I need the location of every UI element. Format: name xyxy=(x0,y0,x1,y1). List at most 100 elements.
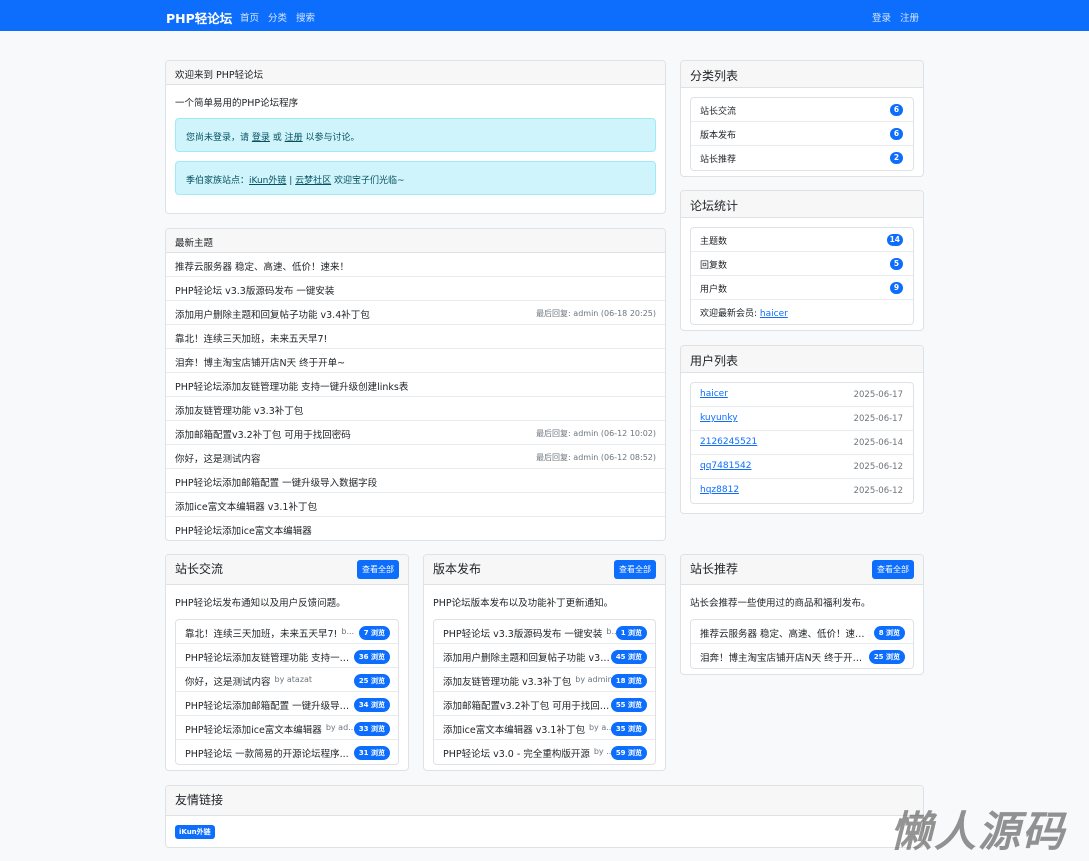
section-topic-title[interactable]: PHP轻论坛 v3.3版源码发布 一键安装 xyxy=(443,626,602,640)
section-topic-list: PHP轻论坛 v3.3版源码发布 一键安装 b... 1 浏览 添加用户删除主题和回复… xyxy=(433,619,656,765)
stats-list: 主题数 14 回复数 5 用户数 9 欢迎最新会员: haicer xyxy=(690,227,914,325)
topic-row[interactable]: 添加用户删除主题和回复帖子功能 v3.4补丁包 最后回复: admin (06-1… xyxy=(166,301,665,325)
user-item: kuyunky 2025-06-17 xyxy=(691,407,913,431)
section-topic-item[interactable]: 添加友链管理功能 v3.3补丁包 by admin 18 浏览 xyxy=(434,668,655,692)
views-badge: 7 浏览 xyxy=(358,626,390,640)
topic-row[interactable]: 泪奔！博主淘宝店铺开店N天 终于开单~ xyxy=(166,349,665,373)
section-topic-item[interactable]: PHP轻论坛 一款简易的开源论坛程序... 31 浏览 xyxy=(176,740,398,764)
section-topic-item[interactable]: 推荐云服务器 稳定、高速、低价！速来... 8 浏览 xyxy=(691,620,913,644)
topic-title-link[interactable]: 推荐云服务器 稳定、高速、低价！速来！ xyxy=(175,262,349,273)
topic-title-link[interactable]: 添加友链管理功能 v3.3补丁包 xyxy=(175,406,303,417)
topic-title-link[interactable]: 添加邮箱配置v3.2补丁包 可用于找回密码 xyxy=(175,430,351,441)
topic-row[interactable]: PHP轻论坛 v3.3版源码发布 一键安装 xyxy=(166,277,665,301)
section-topic-title[interactable]: 添加用户删除主题和回复帖子功能 v3.4... xyxy=(443,650,611,664)
section-topic-item[interactable]: PHP轻论坛 v3.0 - 完全重构版开源 by ... 59 浏览 xyxy=(434,740,655,764)
topic-row[interactable]: 添加邮箱配置v3.2补丁包 可用于找回密码 最后回复: admin (06-12 … xyxy=(166,421,665,445)
user-item: qq7481542 2025-06-12 xyxy=(691,455,913,479)
section-card-station: 站长交流 查看全部 PHP轻论坛发布通知以及用户反馈问题。 靠北！连续三天加班，未来… xyxy=(165,554,409,771)
friend-link-ikun[interactable]: iKun外链 xyxy=(175,825,215,839)
section-topic-item[interactable]: 添加用户删除主题和回复帖子功能 v3.4... 45 浏览 xyxy=(434,644,655,668)
nav-login-link[interactable]: 登录 xyxy=(872,10,891,24)
category-item[interactable]: 站长交流 6 xyxy=(691,98,913,122)
topic-row[interactable]: PHP轻论坛添加邮箱配置 一键升级导入数据字段 xyxy=(166,469,665,493)
section-topic-title[interactable]: 泪奔！博主淘宝店铺开店N天 终于开单... xyxy=(700,650,868,664)
views-badge: 45 浏览 xyxy=(610,650,647,664)
user-link[interactable]: haicer xyxy=(700,389,728,399)
section-topic-author: by admin xyxy=(575,675,613,684)
topic-title-link[interactable]: PHP轻论坛添加ice富文本编辑器 xyxy=(175,526,312,537)
section-topic-item[interactable]: PHP轻论坛添加ice富文本编辑器 by ad... 33 浏览 xyxy=(176,716,398,740)
ikun-link[interactable]: iKun外链 xyxy=(249,176,286,186)
topic-row[interactable]: 靠北！连续三天加班，未来五天早7! xyxy=(166,325,665,349)
topic-title-link[interactable]: 泪奔！博主淘宝店铺开店N天 终于开单~ xyxy=(175,358,345,369)
section-topic-title[interactable]: PHP轻论坛 v3.0 - 完全重构版开源 xyxy=(443,746,590,760)
alert-text: 或 xyxy=(269,133,285,143)
section-topic-title[interactable]: 推荐云服务器 稳定、高速、低价！速来... xyxy=(700,626,868,640)
view-all-button[interactable]: 查看全部 xyxy=(872,560,914,579)
nav-category-link[interactable]: 分类 xyxy=(268,10,287,24)
friend-links-card: 友情链接 iKun外链 xyxy=(165,785,924,848)
yunmeng-link[interactable]: 云梦社区 xyxy=(295,176,331,186)
alert-login-link[interactable]: 登录 xyxy=(252,133,270,143)
topic-row[interactable]: 添加ice富文本编辑器 v3.1补丁包 xyxy=(166,493,665,517)
section-topic-title[interactable]: 添加友链管理功能 v3.3补丁包 xyxy=(443,674,571,688)
topic-title-link[interactable]: PHP轻论坛添加友链管理功能 支持一键升级创建links表 xyxy=(175,382,408,393)
section-topic-title[interactable]: PHP轻论坛 一款简易的开源论坛程序... xyxy=(185,746,349,760)
section-topic-title[interactable]: PHP轻论坛添加ice富文本编辑器 xyxy=(185,722,322,736)
section-desc: PHP论坛版本发布以及功能补丁更新通知。 xyxy=(433,598,614,609)
topic-row[interactable]: 推荐云服务器 稳定、高速、低价！速来！ xyxy=(166,253,665,277)
user-link[interactable]: kuyunky xyxy=(700,413,738,423)
stat-label: 用户数 xyxy=(700,285,728,295)
topic-title-link[interactable]: 添加用户删除主题和回复帖子功能 v3.4补丁包 xyxy=(175,310,370,321)
user-link[interactable]: hqz8812 xyxy=(700,485,739,495)
section-topic-item[interactable]: PHP轻论坛 v3.3版源码发布 一键安装 b... 1 浏览 xyxy=(434,620,655,644)
topic-row[interactable]: 你好，这是测试内容 最后回复: admin (06-12 08:52) xyxy=(166,445,665,469)
latest-topics-title: 最新主题 xyxy=(166,229,665,253)
alert-register-link[interactable]: 注册 xyxy=(285,133,303,143)
brand-logo[interactable]: PHP轻论坛 xyxy=(166,8,232,27)
category-name[interactable]: 站长推荐 xyxy=(700,155,736,165)
nav-home-link[interactable]: 首页 xyxy=(240,10,259,24)
user-join-date: 2025-06-17 xyxy=(853,390,903,400)
nav-search-link[interactable]: 搜索 xyxy=(296,10,315,24)
newest-member-link[interactable]: haicer xyxy=(760,309,788,319)
section-topic-item[interactable]: 靠北！连续三天加班，未来五天早7! b... 7 浏览 xyxy=(176,620,398,644)
topic-row[interactable]: 添加友链管理功能 v3.3补丁包 xyxy=(166,397,665,421)
section-topic-item[interactable]: 你好，这是测试内容 by atazat 25 浏览 xyxy=(176,668,398,692)
topic-title-link[interactable]: PHP轻论坛添加邮箱配置 一键升级导入数据字段 xyxy=(175,478,377,489)
alert-text: 以参与讨论。 xyxy=(302,133,360,143)
section-topic-title[interactable]: 靠北！连续三天加班，未来五天早7! xyxy=(185,626,337,640)
view-all-button[interactable]: 查看全部 xyxy=(614,560,656,579)
section-topic-title[interactable]: 你好，这是测试内容 xyxy=(185,674,271,688)
section-topic-item[interactable]: 泪奔！博主淘宝店铺开店N天 终于开单... 25 浏览 xyxy=(691,644,913,668)
topic-title-link[interactable]: 靠北！连续三天加班，未来五天早7! xyxy=(175,334,327,345)
view-all-button[interactable]: 查看全部 xyxy=(357,560,399,579)
welcome-card: 欢迎来到 PHP轻论坛 一个简单易用的PHP论坛程序 您尚未登录，请 登录 或 … xyxy=(165,60,666,214)
section-topic-item[interactable]: PHP轻论坛添加友链管理功能 支持一键... 36 浏览 xyxy=(176,644,398,668)
section-topic-item[interactable]: 添加ice富文本编辑器 v3.1补丁包 by a... 35 浏览 xyxy=(434,716,655,740)
section-card-release: 版本发布 查看全部 PHP论坛版本发布以及功能补丁更新通知。 PHP轻论坛 v3.3… xyxy=(423,554,666,771)
user-link[interactable]: qq7481542 xyxy=(700,461,752,471)
category-name[interactable]: 站长交流 xyxy=(700,107,736,117)
family-sites-alert: 季伯家族站点：iKun外链 | 云梦社区 欢迎宝子们光临~ xyxy=(175,161,656,195)
stat-label: 回复数 xyxy=(700,261,728,271)
category-item[interactable]: 版本发布 6 xyxy=(691,122,913,146)
topic-title-link[interactable]: 添加ice富文本编辑器 v3.1补丁包 xyxy=(175,502,317,513)
user-link[interactable]: 2126245521 xyxy=(700,437,757,447)
section-desc: PHP轻论坛发布通知以及用户反馈问题。 xyxy=(175,598,346,609)
section-topic-title[interactable]: PHP轻论坛添加邮箱配置 一键升级导入... xyxy=(185,698,353,712)
category-item[interactable]: 站长推荐 2 xyxy=(691,146,913,170)
section-topic-title[interactable]: 添加邮箱配置v3.2补丁包 可用于找回密... xyxy=(443,698,611,712)
section-topic-title[interactable]: PHP轻论坛添加友链管理功能 支持一键... xyxy=(185,650,353,664)
views-badge: 25 浏览 xyxy=(353,674,390,688)
section-topic-title[interactable]: 添加ice富文本编辑器 v3.1补丁包 xyxy=(443,722,585,736)
user-join-date: 2025-06-12 xyxy=(853,486,903,496)
topic-title-link[interactable]: PHP轻论坛 v3.3版源码发布 一键安装 xyxy=(175,286,334,297)
category-name[interactable]: 版本发布 xyxy=(700,131,736,141)
section-topic-item[interactable]: PHP轻论坛添加邮箱配置 一键升级导入... 34 浏览 xyxy=(176,692,398,716)
nav-register-link[interactable]: 注册 xyxy=(900,10,919,24)
topic-row[interactable]: PHP轻论坛添加友链管理功能 支持一键升级创建links表 xyxy=(166,373,665,397)
topic-row[interactable]: PHP轻论坛添加ice富文本编辑器 xyxy=(166,517,665,540)
section-topic-item[interactable]: 添加邮箱配置v3.2补丁包 可用于找回密... 55 浏览 xyxy=(434,692,655,716)
topic-title-link[interactable]: 你好，这是测试内容 xyxy=(175,454,261,465)
